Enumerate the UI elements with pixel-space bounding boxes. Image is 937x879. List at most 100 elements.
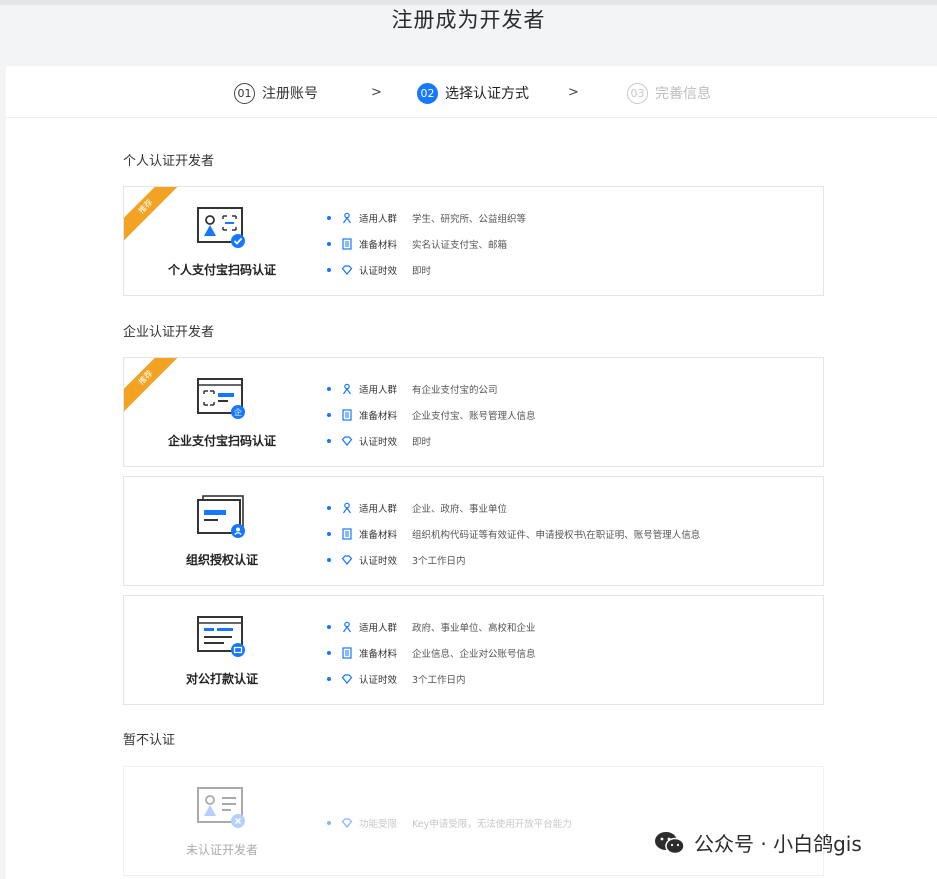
bullet-dot xyxy=(327,821,331,825)
bullet-dot xyxy=(327,677,331,681)
document-icon xyxy=(342,238,352,250)
step-number: 02 xyxy=(417,82,438,104)
attr-audience: 适用人群 有企业支付宝的公司 xyxy=(327,376,536,402)
attr-value: 即时 xyxy=(412,266,432,277)
step-complete-info[interactable]: 03 完善信息 xyxy=(627,82,711,104)
attr-value: Key申请受限，无法使用开放平台能力 xyxy=(412,819,572,830)
step-label: 注册账号 xyxy=(262,86,318,102)
attr-value: 企业、政府、事业单位 xyxy=(412,504,508,515)
diamond-icon xyxy=(341,265,353,275)
section-title-none: 暂不认证 xyxy=(123,733,176,748)
step-label: 选择认证方式 xyxy=(445,86,529,102)
attr-key: 适用人群 xyxy=(359,504,398,515)
attr-value: 学生、研究所、公益组织等 xyxy=(412,214,527,225)
step-separator: > xyxy=(371,85,382,100)
step-number: 01 xyxy=(234,82,255,104)
attr-value: 政府、事业单位、高校和企业 xyxy=(412,623,536,634)
watermark: 公众号 · 小白鸽gis xyxy=(654,828,862,857)
id-card-unverified-icon xyxy=(197,787,245,828)
bullet-dot xyxy=(327,242,331,246)
person-icon xyxy=(343,212,351,224)
attr-key: 适用人群 xyxy=(359,385,398,396)
person-icon xyxy=(343,621,351,633)
card-name: 企业支付宝扫码认证 xyxy=(167,434,276,448)
authorization-letter-icon xyxy=(197,495,245,538)
recommend-ribbon: 推荐 xyxy=(124,358,188,420)
attr-validity: 认证时效 3个工作日内 xyxy=(327,547,700,573)
diamond-icon xyxy=(341,555,353,565)
attr-key: 准备材料 xyxy=(359,530,398,541)
attr-value: 即时 xyxy=(412,437,432,448)
card-attributes: 适用人群 政府、事业单位、高校和企业 准备材料 企业信息、企业对公账号信息 认证… xyxy=(327,614,536,692)
attr-key: 认证时效 xyxy=(359,266,398,277)
recommend-ribbon: 推荐 xyxy=(124,187,188,249)
bullet-dot xyxy=(327,268,331,272)
attr-value: 组织机构代码证等有效证件、申请授权书\在职证明、账号管理人信息 xyxy=(412,530,701,541)
diamond-icon xyxy=(341,436,353,446)
bank-transfer-icon xyxy=(197,616,245,657)
step-number: 03 xyxy=(627,82,648,104)
attr-validity: 认证时效 即时 xyxy=(327,257,526,283)
attr-value: 3个工作日内 xyxy=(412,556,466,567)
bullet-dot xyxy=(327,532,331,536)
attr-key: 准备材料 xyxy=(359,411,398,422)
step-label: 完善信息 xyxy=(655,86,711,102)
bullet-dot xyxy=(327,387,331,391)
wechat-icon xyxy=(655,831,685,854)
enterprise-scan-icon: 企 xyxy=(197,378,245,419)
card-organization-auth[interactable]: 组织授权认证 适用人群 企业、政府、事业单位 准备材料 组织机构代码证等有效证件… xyxy=(123,476,824,586)
attr-key: 认证时效 xyxy=(359,675,398,686)
attr-audience: 适用人群 学生、研究所、公益组织等 xyxy=(327,205,526,231)
diamond-icon xyxy=(341,674,353,684)
id-card-scan-icon xyxy=(197,207,245,248)
attr-key: 准备材料 xyxy=(359,240,398,251)
card-enterprise-alipay[interactable]: 推荐 企 企业支付宝扫码认证 适用人群 有企业支付宝的公司 准备材料 企业支付宝… xyxy=(123,357,824,467)
attr-validity: 认证时效 即时 xyxy=(327,428,536,454)
bullet-dot xyxy=(327,625,331,629)
step-indicator: 01 注册账号 > 02 选择认证方式 > 03 完善信息 xyxy=(6,66,937,118)
step-separator: > xyxy=(568,85,579,100)
section-title-personal: 个人认证开发者 xyxy=(123,154,215,169)
attr-audience: 适用人群 企业、政府、事业单位 xyxy=(327,495,700,521)
attr-materials: 准备材料 企业信息、企业对公账号信息 xyxy=(327,640,536,666)
attr-materials: 准备材料 组织机构代码证等有效证件、申请授权书\在职证明、账号管理人信息 xyxy=(327,521,700,547)
main-panel: 01 注册账号 > 02 选择认证方式 > 03 完善信息 个人认证开发者 推荐… xyxy=(6,66,937,879)
section-title-enterprise: 企业认证开发者 xyxy=(123,325,215,340)
bullet-dot xyxy=(327,506,331,510)
card-personal-alipay[interactable]: 推荐 个人支付宝扫码认证 适用人群 学生、研究所、公益组织等 准备材料 实名认证… xyxy=(123,186,824,296)
card-attributes: 适用人群 学生、研究所、公益组织等 准备材料 实名认证支付宝、邮箱 认证时效 即… xyxy=(327,205,526,283)
document-icon xyxy=(342,528,352,540)
svg-text:企: 企 xyxy=(234,407,242,417)
bullet-dot xyxy=(327,558,331,562)
attr-key: 认证时效 xyxy=(359,556,398,567)
watermark-text: 公众号 · 小白鸽gis xyxy=(694,832,862,856)
card-name: 未认证开发者 xyxy=(185,843,258,857)
attr-validity: 认证时效 3个工作日内 xyxy=(327,666,536,692)
card-unverified-developer[interactable]: 未认证开发者 功能受限 Key申请受限，无法使用开放平台能力 xyxy=(123,766,824,876)
step-register-account[interactable]: 01 注册账号 xyxy=(234,82,318,104)
attr-key: 准备材料 xyxy=(359,649,398,660)
attr-value: 3个工作日内 xyxy=(412,675,466,686)
attr-key: 适用人群 xyxy=(359,214,398,225)
attr-key: 适用人群 xyxy=(359,623,398,634)
attr-audience: 适用人群 政府、事业单位、高校和企业 xyxy=(327,614,536,640)
attr-value: 实名认证支付宝、邮箱 xyxy=(412,240,508,251)
attr-value: 企业支付宝、账号管理人信息 xyxy=(412,411,536,422)
attr-key: 功能受限 xyxy=(359,819,398,830)
card-corporate-transfer[interactable]: 对公打款认证 适用人群 政府、事业单位、高校和企业 准备材料 企业信息、企业对公… xyxy=(123,595,824,705)
page-title: 注册成为开发者 xyxy=(391,8,546,32)
card-name: 组织授权认证 xyxy=(185,553,258,567)
card-attributes: 适用人群 企业、政府、事业单位 准备材料 组织机构代码证等有效证件、申请授权书\… xyxy=(327,495,700,573)
step-select-auth[interactable]: 02 选择认证方式 xyxy=(417,82,529,104)
attr-key: 认证时效 xyxy=(359,437,398,448)
attr-function: 功能受限 Key申请受限，无法使用开放平台能力 xyxy=(327,810,572,836)
card-attributes: 功能受限 Key申请受限，无法使用开放平台能力 xyxy=(327,810,572,836)
document-icon xyxy=(342,409,352,421)
person-icon xyxy=(343,502,351,514)
card-name: 个人支付宝扫码认证 xyxy=(167,263,276,277)
bullet-dot xyxy=(327,651,331,655)
attr-value: 有企业支付宝的公司 xyxy=(412,385,498,396)
person-icon xyxy=(343,383,351,395)
card-attributes: 适用人群 有企业支付宝的公司 准备材料 企业支付宝、账号管理人信息 认证时效 即… xyxy=(327,376,536,454)
diamond-icon xyxy=(341,818,353,828)
